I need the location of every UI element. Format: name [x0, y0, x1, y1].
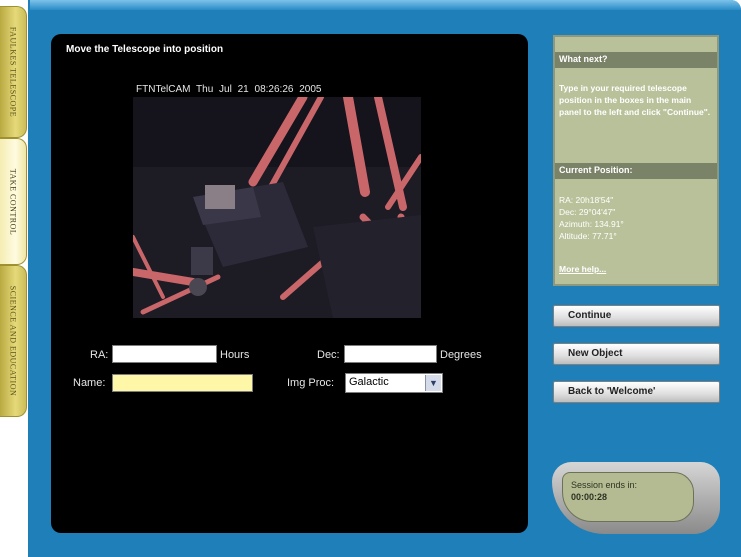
tab-label: FAULKES TELESCOPE — [8, 26, 18, 118]
more-help-link[interactable]: More help... — [559, 263, 713, 275]
tab-science-education[interactable]: SCIENCE AND EDUCATION — [0, 265, 27, 417]
session-timer: Session ends in: 00:00:28 — [562, 472, 694, 522]
ra-label: RA: — [90, 349, 109, 361]
img-proc-select[interactable]: Galactic ▼ — [345, 373, 443, 393]
session-label: Session ends in: — [571, 480, 638, 490]
new-object-button[interactable]: New Object — [553, 343, 720, 365]
back-to-welcome-button[interactable]: Back to 'Welcome' — [553, 381, 720, 403]
img-proc-selected: Galactic — [349, 376, 389, 388]
side-tab-strip: FAULKES TELESCOPE TAKE CONTROL SCIENCE A… — [0, 0, 28, 557]
chevron-down-icon[interactable]: ▼ — [425, 375, 441, 391]
page-title: Move the Telescope into position — [66, 44, 224, 55]
tab-faulkes-telescope[interactable]: FAULKES TELESCOPE — [0, 6, 27, 138]
camera-view-graphic — [133, 97, 421, 318]
dec-unit-label: Degrees — [440, 349, 482, 361]
ra-input[interactable] — [112, 345, 217, 363]
info-panel: What next? Type in your required telesco… — [553, 35, 719, 286]
camera-caption: FTNTelCAM Thu Jul 21 08:26:26 2005 — [136, 84, 322, 95]
continue-button[interactable]: Continue — [553, 305, 720, 327]
img-proc-label: Img Proc: — [287, 377, 335, 389]
ra-unit-label: Hours — [220, 349, 250, 361]
tab-label: TAKE CONTROL — [8, 168, 18, 235]
position-altitude: Altitude: 77.71° — [559, 231, 617, 241]
what-next-header: What next? — [555, 52, 717, 68]
tab-label: SCIENCE AND EDUCATION — [8, 285, 18, 397]
name-label: Name: — [73, 377, 106, 389]
tab-take-control[interactable]: TAKE CONTROL — [0, 138, 27, 265]
position-ra: RA: 20h18'54" — [559, 195, 614, 205]
position-dec: Dec: 29°04'47" — [559, 207, 616, 217]
frame-top-bevel — [30, 0, 741, 10]
dec-label: Dec: — [317, 349, 340, 361]
object-name-input[interactable] — [112, 374, 253, 392]
position-azimuth: Azimuth: 134.91° — [559, 219, 624, 229]
what-next-text: Type in your required telescope position… — [559, 83, 711, 117]
dec-input[interactable] — [344, 345, 437, 363]
telescope-camera-image — [133, 97, 421, 318]
session-time: 00:00:28 — [571, 492, 608, 502]
current-position-header: Current Position: — [555, 163, 717, 179]
